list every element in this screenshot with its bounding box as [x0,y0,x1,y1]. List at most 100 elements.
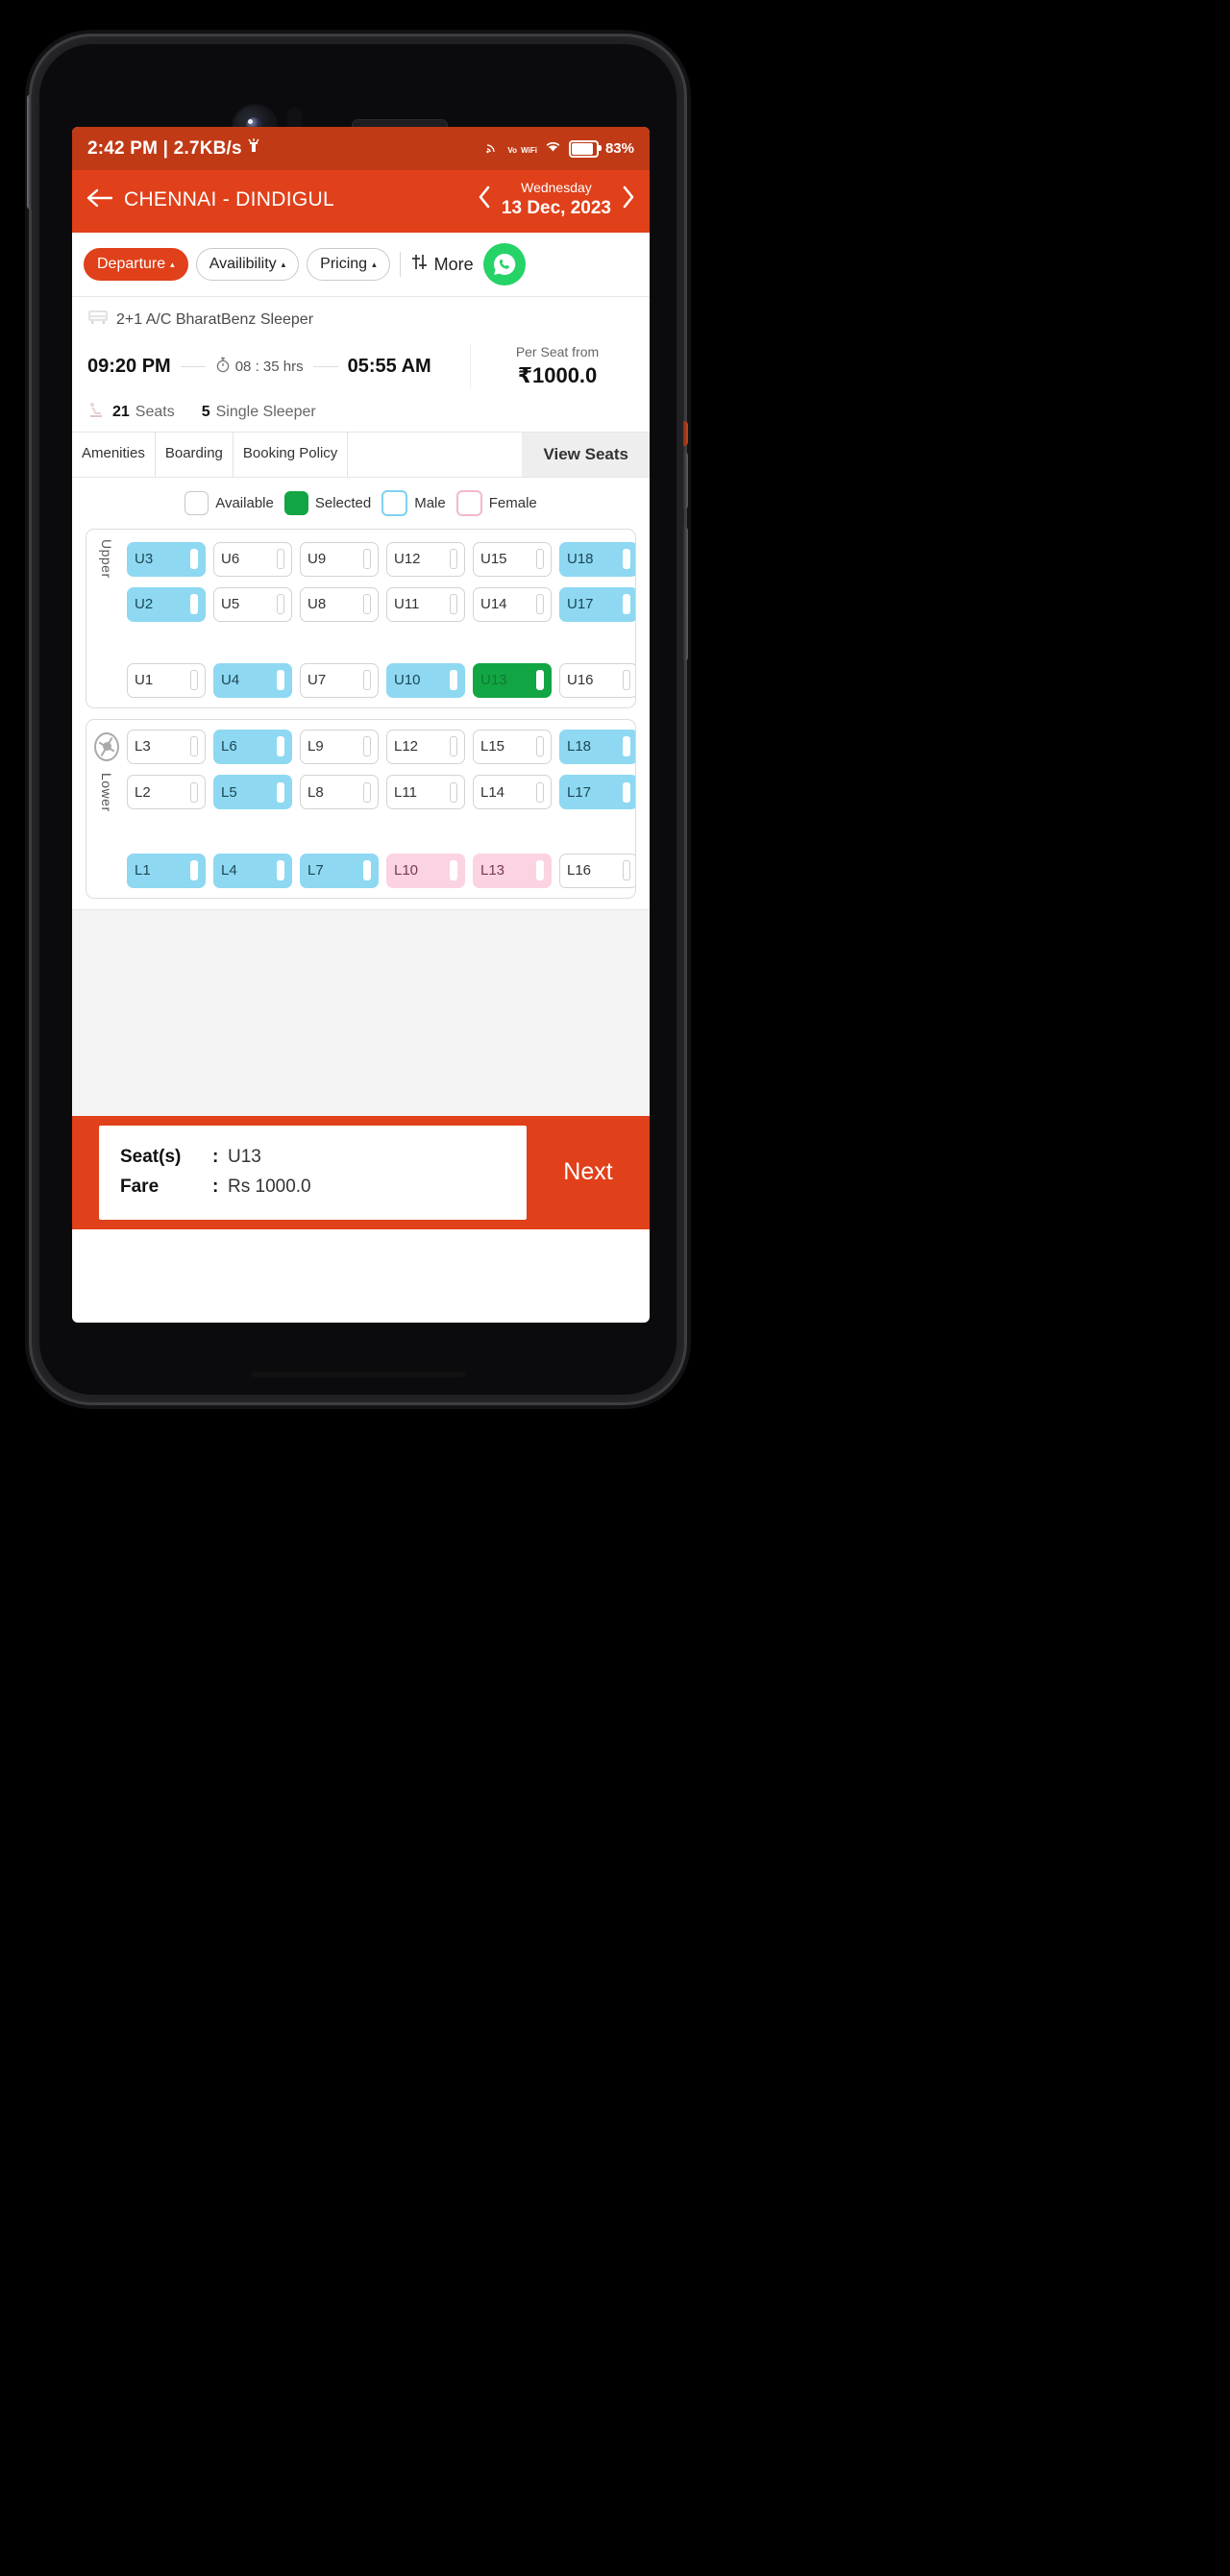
divider [399,252,401,278]
seat-L3[interactable]: L3 [127,729,206,764]
seat-label: U13 [480,672,507,689]
seat-U9[interactable]: U9 [300,541,379,577]
screenshot-stage: 2:42 PM | 2.7KB/s Vo WiFi 83% CHENNAI - … [0,0,1230,2576]
seat-U1[interactable]: U1 [127,662,206,698]
seat-L15[interactable]: L15 [473,729,552,764]
filter-chip-availibility-label: Availibility [209,256,277,273]
seat-L2[interactable]: L2 [127,775,206,810]
seat-label: L18 [567,738,592,755]
bus-details-card[interactable]: 2+1 A/C BharatBenz Sleeper 09:20 PM 08 :… [72,297,650,433]
seat-L10[interactable]: L10 [386,853,465,888]
tab-boarding[interactable]: Boarding [156,433,234,478]
screen-record-icon [247,137,260,160]
arrival-time: 05:55 AM [347,355,431,377]
current-date[interactable]: Wednesday 13 Dec, 2023 [502,180,611,219]
seat-L13[interactable]: L13 [473,853,552,888]
seat-L16[interactable]: L16 [559,853,635,888]
berth-marker-icon [536,736,544,757]
seat-label: L5 [221,783,237,801]
phone-screen: 2:42 PM | 2.7KB/s Vo WiFi 83% CHENNAI - … [72,127,650,1323]
seat-U11[interactable]: U11 [386,586,465,622]
seat-L4[interactable]: L4 [213,853,292,888]
seat-U14[interactable]: U14 [473,586,552,622]
seat-label: L16 [567,862,592,879]
seat-L14[interactable]: L14 [473,775,552,810]
seat-L9[interactable]: L9 [300,729,379,764]
back-arrow-icon[interactable] [86,186,124,213]
seat-label: U14 [480,596,507,613]
berth-marker-icon [536,549,544,570]
single-sleeper-count: 5 [201,403,210,420]
seat-L6[interactable]: L6 [213,729,292,764]
seat-U13[interactable]: U13 [473,662,552,698]
seat-label: L12 [394,738,419,755]
seat-label: L4 [221,862,237,879]
seat-U17[interactable]: U17 [559,586,635,622]
device-volume-button[interactable] [683,527,688,661]
duration-label: 08 : 35 hrs [234,358,304,375]
seat-U15[interactable]: U15 [473,541,552,577]
seat-U18[interactable]: U18 [559,541,635,577]
chevron-right-icon[interactable] [621,185,636,214]
upper-deck-label: Upper [99,539,114,579]
seat-U3[interactable]: U3 [127,541,206,577]
seat-label: L10 [394,862,419,879]
sliders-icon [410,253,429,276]
more-filters-button[interactable]: More [410,253,474,276]
seat-U2[interactable]: U2 [127,586,206,622]
seat-label: U9 [308,551,327,568]
seat-L5[interactable]: L5 [213,775,292,810]
seat-U6[interactable]: U6 [213,541,292,577]
battery-icon [568,139,602,158]
date-selector: Wednesday 13 Dec, 2023 [477,180,636,219]
seat-label: U8 [308,596,327,613]
filter-chip-departure-label: Departure [97,256,166,273]
device-power-button[interactable] [683,452,688,509]
filter-chip-departure[interactable]: Departure ▴ [84,248,188,282]
whatsapp-icon[interactable] [482,243,526,286]
aisle-gap [94,821,627,854]
seat-label: L13 [480,862,505,879]
fare-separator: : [212,1177,219,1198]
seat-U7[interactable]: U7 [300,662,379,698]
tab-amenities[interactable]: Amenities [72,433,156,478]
seat-label: U11 [394,596,420,613]
selected-seats-line: Seat(s) : U13 [120,1147,527,1168]
caret-up-icon: ▴ [372,259,377,269]
seat-U4[interactable]: U4 [213,662,292,698]
next-button[interactable]: Next [527,1116,650,1229]
tab-booking-policy[interactable]: Booking Policy [234,433,349,478]
bus-icon [87,309,109,331]
cast-icon [486,141,501,156]
legend-swatch-selected-icon [283,491,308,516]
berth-marker-icon [623,860,630,881]
filter-chip-availibility[interactable]: Availibility ▴ [195,248,300,282]
seat-U12[interactable]: U12 [386,541,465,577]
seat-L11[interactable]: L11 [386,775,465,810]
seat-row: L2 L5 L8 L11 L14 L17 [127,775,635,810]
berth-marker-icon [450,549,457,570]
booking-bottom-bar: Seat(s) : U13 Fare : Rs 1000.0 Next [72,1115,650,1229]
available-seats: 21 Seats [87,400,175,424]
seat-label: L2 [135,783,151,801]
chevron-left-icon[interactable] [477,185,492,214]
seat-L8[interactable]: L8 [300,775,379,810]
berth-marker-icon [363,781,371,803]
seat-L18[interactable]: L18 [559,729,635,764]
seat-label: L6 [221,738,237,755]
seat-label: U5 [221,596,240,613]
seat-U16[interactable]: U16 [559,662,635,698]
seat-L17[interactable]: L17 [559,775,635,810]
seat-L12[interactable]: L12 [386,729,465,764]
seat-label: L17 [567,783,592,801]
berth-marker-icon [450,594,457,615]
legend-label-available: Available [215,495,274,512]
seat-U8[interactable]: U8 [300,586,379,622]
seat-U5[interactable]: U5 [213,586,292,622]
single-sleeper-label: Single Sleeper [215,403,316,420]
seat-L1[interactable]: L1 [127,853,206,888]
seat-L7[interactable]: L7 [300,853,379,888]
seat-U10[interactable]: U10 [386,662,465,698]
filter-chip-pricing[interactable]: Pricing ▴ [307,248,390,282]
tab-view-seats[interactable]: View Seats [522,433,650,478]
